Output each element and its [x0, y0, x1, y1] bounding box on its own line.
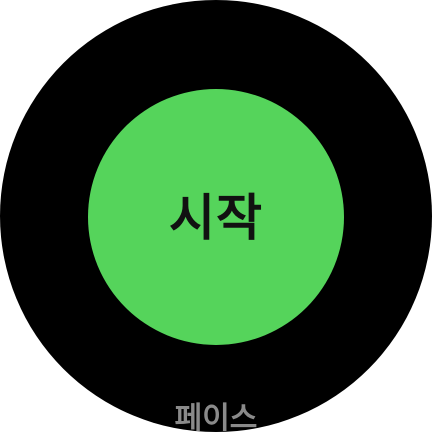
watch-screen: 시작 페이스 — [0, 0, 432, 432]
pace-menu-item[interactable]: 페이스 — [0, 404, 432, 432]
start-button-label: 시작 — [169, 189, 263, 247]
start-button[interactable]: 시작 — [88, 89, 344, 345]
